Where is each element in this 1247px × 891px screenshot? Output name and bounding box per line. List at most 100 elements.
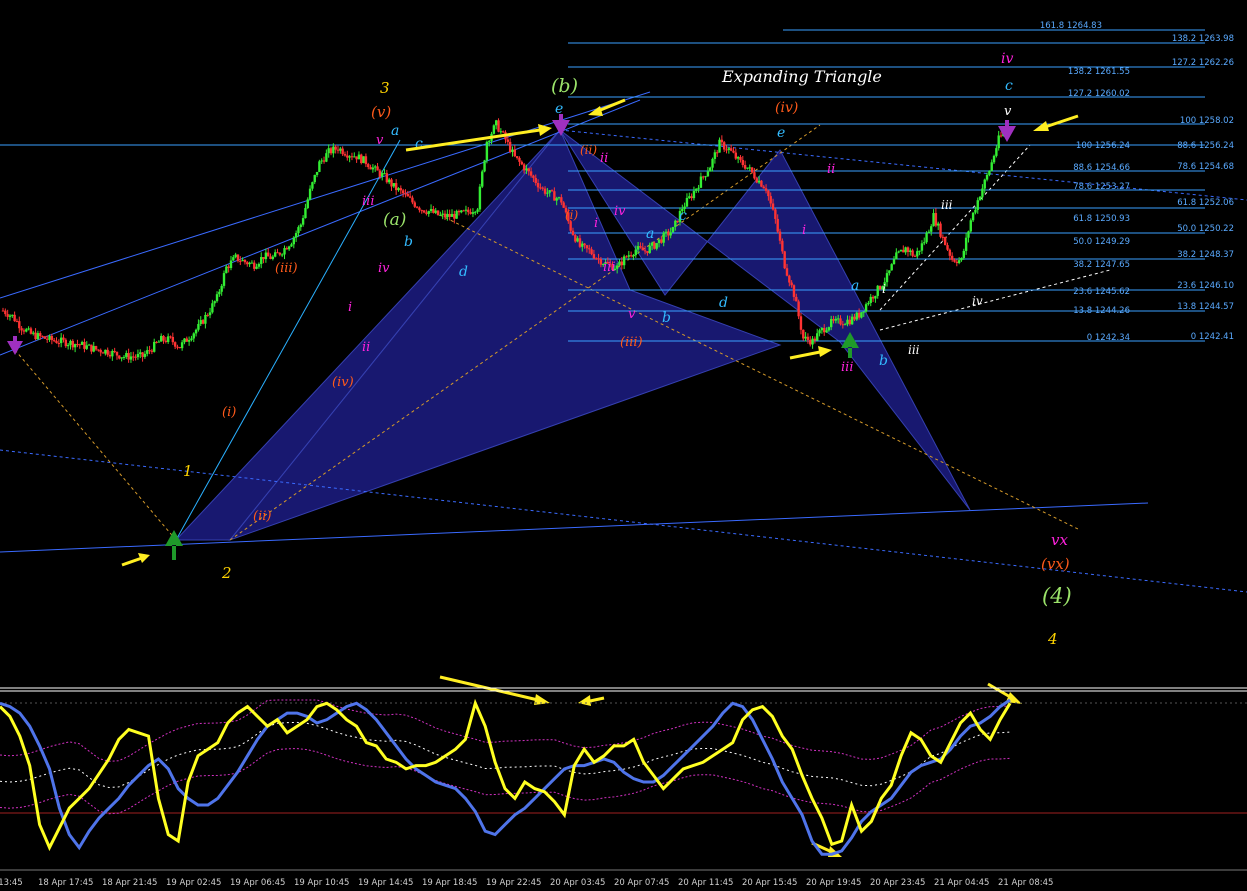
candle-down	[550, 190, 554, 192]
candle-down	[83, 342, 86, 349]
candle-down	[406, 193, 409, 197]
candle-down	[52, 340, 56, 342]
candle-down	[620, 261, 624, 266]
candle-up	[255, 266, 258, 269]
candle-up	[899, 249, 903, 252]
candle-up	[304, 208, 307, 219]
candle-up	[383, 173, 386, 175]
candle-up	[290, 244, 293, 247]
candle-up	[153, 341, 156, 352]
candle-up	[983, 179, 986, 189]
candle-down	[946, 245, 949, 250]
candle-up	[492, 125, 496, 134]
candle-up	[697, 187, 700, 189]
candle-up	[967, 231, 970, 238]
candle-up	[804, 336, 807, 339]
x-tick-label: 19 Apr 18:45	[422, 878, 477, 888]
candle-down	[108, 354, 112, 357]
candle-down	[57, 342, 61, 344]
candle-down	[262, 257, 265, 260]
candle-up	[85, 345, 88, 349]
candle-up	[232, 257, 235, 261]
candle-up	[66, 344, 70, 347]
candle-down	[132, 356, 135, 358]
candle-up	[713, 152, 717, 159]
candle-up	[525, 168, 528, 171]
candle-down	[113, 350, 116, 352]
candle-up	[920, 243, 924, 251]
x-tick-label: 18 Apr 21:45	[102, 878, 157, 888]
candle-up	[488, 140, 491, 142]
candle-up	[499, 131, 503, 133]
candle-up	[441, 213, 444, 215]
candle-down	[583, 243, 586, 246]
candle-up	[962, 250, 965, 258]
wave-label: c	[679, 208, 687, 224]
candle-down	[522, 164, 526, 171]
candle-up	[632, 255, 635, 257]
candle-down	[336, 149, 340, 151]
candle-up	[622, 256, 626, 266]
candle-up	[692, 190, 696, 199]
candle-up	[820, 327, 824, 331]
candle-up	[320, 160, 323, 162]
wave-label: 3	[380, 79, 390, 97]
candle-up	[301, 218, 305, 225]
candle-up	[129, 356, 133, 360]
candle-down	[239, 260, 242, 262]
candle-down	[115, 351, 119, 356]
candle-down	[106, 349, 109, 355]
candle-up	[876, 285, 879, 296]
candle-up	[308, 188, 312, 200]
candle-down	[15, 321, 19, 323]
candle-down	[948, 249, 952, 256]
candle-down	[64, 339, 68, 347]
candle-down	[171, 336, 175, 343]
candle-down	[776, 218, 779, 232]
fib-label-left: 127.2 1260.02	[1068, 89, 1130, 99]
candle-up	[192, 333, 195, 339]
candle-down	[739, 157, 742, 160]
candle-down	[399, 188, 403, 191]
fib-label-right: 13.8 1244.57	[1177, 302, 1234, 312]
candle-up	[627, 255, 630, 257]
candle-up	[829, 319, 833, 328]
candle-up	[218, 291, 221, 295]
candle-down	[857, 312, 861, 318]
fib-label-left: 38.2 1247.65	[1073, 260, 1130, 270]
candle-up	[478, 186, 482, 210]
candle-up	[374, 166, 377, 168]
candle-up	[353, 156, 356, 158]
wave-label: 4	[1047, 630, 1058, 648]
candle-down	[378, 170, 382, 177]
fib-label-right: 138.2 1263.98	[1172, 34, 1234, 44]
candle-up	[669, 232, 672, 236]
candle-down	[939, 223, 942, 237]
candle-up	[80, 342, 84, 345]
wave-label: (4)	[1042, 584, 1072, 608]
candle-down	[169, 336, 172, 338]
candle-down	[1, 310, 5, 312]
candle-down	[236, 254, 240, 261]
candle-up	[283, 248, 286, 255]
candle-down	[734, 152, 738, 159]
candle-down	[646, 251, 649, 253]
candle-up	[918, 250, 921, 252]
candle-up	[557, 197, 561, 199]
wave-label: 1	[183, 462, 193, 480]
candle-up	[392, 183, 396, 187]
candle-up	[548, 190, 551, 193]
candle-down	[343, 154, 347, 156]
candle-down	[529, 171, 533, 176]
wave-label: iv	[1001, 51, 1013, 67]
candle-down	[823, 327, 826, 333]
candle-up	[746, 167, 749, 169]
candle-up	[327, 148, 330, 154]
candle-up	[208, 312, 212, 316]
wave-label: iii	[362, 194, 374, 209]
wave-label: i	[882, 282, 886, 296]
candle-up	[718, 139, 721, 153]
candle-up	[197, 324, 200, 330]
candle-up	[450, 213, 454, 217]
candle-down	[839, 318, 842, 325]
